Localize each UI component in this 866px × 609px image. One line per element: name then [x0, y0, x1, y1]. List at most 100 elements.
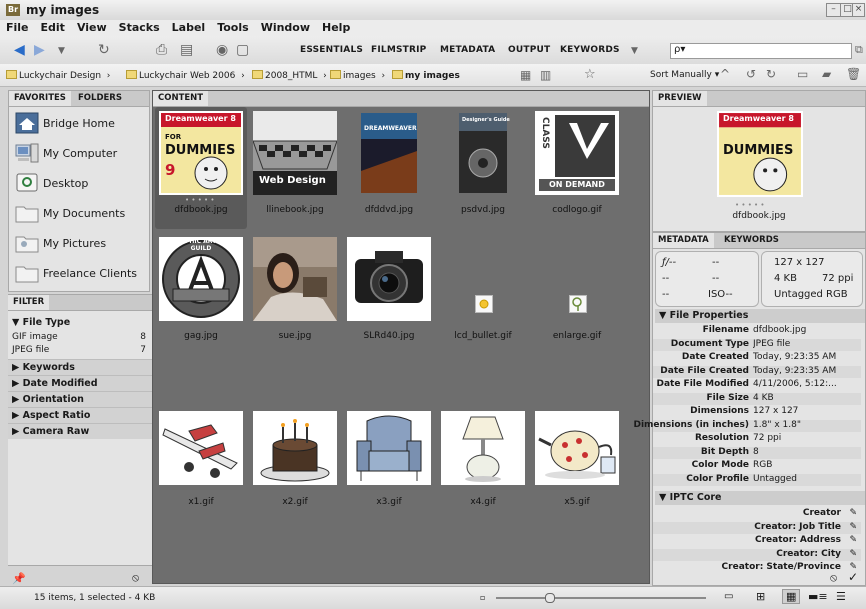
thumbnail-quality-icon[interactable]: ▦	[520, 68, 531, 82]
open-recent-icon[interactable]: ▭	[797, 67, 808, 81]
breadcrumb-item[interactable]: images ›	[330, 70, 385, 81]
open-in-camera-raw-icon[interactable]: ◉	[216, 42, 228, 58]
metadata-value[interactable]: 4 KB	[753, 393, 861, 403]
chevron-down-icon[interactable]: ▼	[58, 46, 65, 56]
filter-orientation[interactable]: ▶ Orientation	[8, 391, 159, 407]
menu-help[interactable]: Help	[316, 20, 356, 36]
new-folder-icon[interactable]: ▰	[822, 67, 831, 81]
metadata-value[interactable]: Today, 9:23:35 AM	[753, 352, 861, 362]
menu-label[interactable]: Label	[166, 20, 212, 36]
clear-filter-icon[interactable]: ⦸	[132, 571, 139, 585]
tab-preview[interactable]: PREVIEW	[653, 91, 707, 106]
file-properties-header[interactable]: ▼ File Properties	[655, 309, 865, 323]
thumbnail-item[interactable]: Dreamweaver 8 DUMMIES FOR 9 • • • • • df…	[155, 107, 247, 229]
tab-folders[interactable]: FOLDERS	[73, 91, 127, 106]
favorite-freelance-clients[interactable]: Freelance Clients	[13, 261, 149, 287]
tab-metadata[interactable]: METADATA	[653, 233, 714, 248]
menu-file[interactable]: File	[0, 20, 35, 36]
output-icon[interactable]: ▢	[236, 42, 249, 58]
workspace-metadata[interactable]: METADATA	[440, 45, 495, 55]
sort-dropdown[interactable]: Sort Manually ▾	[650, 70, 719, 80]
iptc-row[interactable]: Creator: Address ✎	[653, 535, 861, 547]
metadata-value[interactable]: dfdbook.jpg	[753, 325, 861, 335]
thumbnail-item[interactable]: Designer's Guide psdvd.jpg	[437, 107, 529, 229]
favorite-my-computer[interactable]: My Computer	[13, 141, 149, 167]
thumbnail-item[interactable]: GRAPHIC ARTISTS GUILD gag.jpg	[155, 233, 247, 355]
iptc-core-header[interactable]: ▼ IPTC Core	[655, 491, 865, 505]
zoom-out-icon[interactable]: ▫	[480, 593, 485, 602]
filter-date-modified[interactable]: ▶ Date Modified	[8, 375, 159, 391]
recent-folders-icon[interactable]: ↻	[98, 42, 110, 58]
apply-check-icon[interactable]: ✓	[848, 570, 858, 584]
thumbnail-size-slider[interactable]	[496, 593, 706, 603]
close-button[interactable]: ×	[852, 3, 865, 17]
menu-stacks[interactable]: Stacks	[113, 20, 166, 36]
metadata-value[interactable]: 4/11/2006, 5:12:...	[753, 379, 861, 389]
minimize-button[interactable]: –	[826, 3, 841, 17]
thumbnail-item[interactable]: lcd_bullet.gif	[437, 233, 529, 355]
workspace-essentials[interactable]: ESSENTIALS	[300, 45, 363, 55]
thumbnail-item[interactable]: enlarge.gif	[531, 233, 623, 355]
refine-icon[interactable]: ▤	[180, 42, 193, 58]
menu-tools[interactable]: Tools	[211, 20, 254, 36]
metadata-value[interactable]: 8	[753, 447, 861, 457]
rating-dots[interactable]: • • • • •	[185, 196, 215, 204]
thumbnail-item[interactable]: x5.gif	[531, 401, 623, 523]
workspace-filmstrip[interactable]: FILMSTRIP	[371, 45, 426, 55]
edit-pencil-icon[interactable]: ✎	[849, 549, 857, 559]
metadata-value[interactable]: JPEG file	[753, 339, 861, 349]
slider-thumb[interactable]	[544, 593, 555, 603]
thumbnail-item[interactable]: x4.gif	[437, 401, 529, 523]
view-details-icon[interactable]: ▬≡	[808, 590, 828, 603]
favorite-bridge-home[interactable]: Bridge Home	[13, 111, 149, 137]
iptc-row[interactable]: Creator: City ✎	[653, 548, 861, 561]
metadata-value[interactable]: 127 x 127	[753, 406, 861, 416]
grid-lock-icon[interactable]: ⊞	[756, 590, 765, 603]
pin-icon[interactable]: 📌	[12, 572, 26, 585]
thumbnail-item[interactable]: x3.gif	[343, 401, 435, 523]
edit-pencil-icon[interactable]: ✎	[849, 522, 857, 532]
menu-view[interactable]: View	[71, 20, 113, 36]
filter-aspect-ratio[interactable]: ▶ Aspect Ratio	[8, 407, 159, 423]
metadata-value[interactable]: 72 ppi	[753, 433, 861, 443]
rotate-right-icon[interactable]: ↻	[766, 67, 776, 81]
sort-ascending-icon[interactable]: ^	[720, 67, 730, 81]
thumbnail-item[interactable]: sue.jpg	[249, 233, 341, 355]
thumbnail-item[interactable]: DREAMWEAVER dfddvd.jpg	[343, 107, 435, 229]
metadata-value[interactable]: Today, 9:23:35 AM	[753, 366, 861, 376]
compact-mode-icon[interactable]: ⧉	[855, 43, 863, 57]
breadcrumb-item[interactable]: Luckychair Web 2006 ›	[126, 70, 245, 81]
tab-keywords[interactable]: KEYWORDS	[719, 233, 784, 248]
iptc-row[interactable]: Creator ✎	[653, 508, 861, 520]
view-thumbnails-icon[interactable]: ▦	[782, 589, 801, 604]
favorite-my-documents[interactable]: My Documents	[13, 201, 149, 227]
thumbnail-item[interactable]: Web Design llinebook.jpg	[249, 107, 341, 229]
trash-icon[interactable]: 🗑	[846, 67, 861, 81]
zoom-in-icon[interactable]: ▭	[724, 591, 733, 602]
favorite-my-pictures[interactable]: My Pictures	[13, 231, 149, 257]
view-list-icon[interactable]: ☰	[836, 590, 846, 603]
workspace-keywords[interactable]: KEYWORDS	[560, 45, 620, 55]
thumbnail-item[interactable]: SLRd40.jpg	[343, 233, 435, 355]
breadcrumb-item[interactable]: 2008_HTML ›	[252, 70, 327, 81]
filter-keywords[interactable]: ▶ Keywords	[8, 359, 159, 375]
search-input[interactable]: ρ▾	[670, 43, 852, 59]
metadata-value[interactable]: RGB	[753, 460, 861, 470]
edit-pencil-icon[interactable]: ✎	[849, 508, 857, 518]
filter-row-gif[interactable]: GIF image 8	[12, 332, 150, 342]
camera-download-icon[interactable]: ⎙	[156, 42, 167, 58]
iptc-row[interactable]: Creator: Job Title ✎	[653, 521, 861, 534]
workspace-dropdown-icon[interactable]: ▼	[631, 46, 638, 56]
metadata-value[interactable]: Untagged	[753, 474, 861, 484]
filter-row-jpeg[interactable]: JPEG file 7	[12, 345, 150, 355]
menu-edit[interactable]: Edit	[35, 20, 71, 36]
edit-pencil-icon[interactable]: ✎	[849, 535, 857, 545]
rating-filter-star-icon[interactable]: ☆	[584, 67, 596, 82]
preview-rating-dots[interactable]: • • • • •	[735, 201, 765, 209]
back-arrow-icon[interactable]: ◀	[14, 42, 25, 58]
tab-filter[interactable]: FILTER	[8, 295, 50, 310]
rotate-left-icon[interactable]: ↺	[746, 67, 756, 81]
thumbnail-item[interactable]: x1.gif	[155, 401, 247, 523]
filter-camera-raw[interactable]: ▶ Camera Raw	[8, 423, 159, 439]
metadata-value[interactable]: 1.8" x 1.8"	[753, 420, 861, 430]
